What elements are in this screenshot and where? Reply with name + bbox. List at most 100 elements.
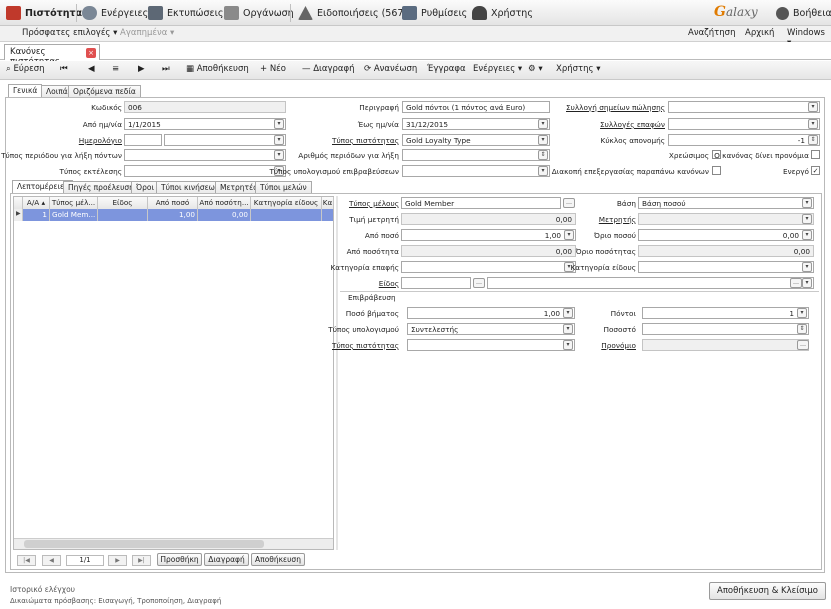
chevron-down-icon[interactable]: ▾ [274,119,284,129]
list-view-button[interactable]: ≡ [112,64,119,74]
audit-history-link[interactable]: Ιστορικό ελέγχου [10,585,75,594]
step-amount-field[interactable]: 1,00 [407,307,575,319]
sales-collect-select[interactable] [668,101,820,113]
grid-header-item[interactable]: Είδος [98,197,148,209]
member-type-field[interactable]: Gold Member [401,197,561,209]
menu-organization[interactable]: Οργάνωση [224,5,294,21]
delete-row-button[interactable]: Διαγραφή [204,553,249,566]
from-qty-field[interactable]: 0,00 [401,245,576,257]
chevron-down-icon[interactable]: ▾ [808,119,818,129]
table-row[interactable]: ▶ 1 Gold Mem... 1,00 0,00 [14,209,333,221]
card-type-field[interactable]: Gold Loyalty Type [402,134,550,146]
from-amount-field[interactable]: 1,00 [401,229,576,241]
prev-record-button[interactable]: ◀ [88,64,95,74]
contact-collect-select[interactable] [668,118,820,130]
chevron-down-icon[interactable]: ▾ [564,230,574,240]
points-field[interactable]: 1 [642,307,809,319]
grid-header-from-qty[interactable]: Από ποσότη... [198,197,251,209]
grid-header-aa[interactable]: Α/Α ▴ [23,197,50,209]
priority-checkbox[interactable] [811,150,820,159]
chevron-down-icon[interactable]: ▾ [563,340,573,350]
last-page-button[interactable]: ▶| [132,555,151,566]
chevron-down-icon[interactable]: ▾ [563,308,573,318]
chevron-down-icon[interactable]: ▾ [563,324,573,334]
period-type-select[interactable] [124,149,286,161]
stepper-icon[interactable]: ⇕ [538,150,548,160]
active-checkbox[interactable]: ✓ [811,166,820,175]
menu-settings[interactable]: Ρυθμίσεις [402,5,467,21]
calc-type-select[interactable]: Συντελεστής [407,323,575,335]
rounding-stepper[interactable]: -1 [668,134,820,146]
menu-help[interactable]: Βοήθεια [776,5,831,21]
prev-page-button[interactable]: ◀ [42,555,61,566]
tab-general[interactable]: Γενικά [8,84,43,98]
grid-header-more[interactable]: Κα [322,197,334,209]
percent-stepper[interactable] [642,323,809,335]
next-record-button[interactable]: ▶ [138,64,145,74]
lookup-icon[interactable]: … [790,278,802,288]
lookup-icon[interactable]: … [563,198,575,208]
new-button[interactable]: + Νέο [260,64,286,74]
counter-select[interactable] [638,213,814,225]
favorites-menu[interactable]: Αγαπημένα ▾ [120,28,174,38]
chevron-down-icon[interactable]: ▾ [808,102,818,112]
from-date-field[interactable]: 1/1/2015 [124,118,286,130]
chevron-down-icon[interactable]: ▾ [274,135,284,145]
menu-user[interactable]: Χρήστης [472,5,533,21]
amount-limit-field[interactable]: 0,00 [638,229,814,241]
next-page-button[interactable]: ▶ [108,555,127,566]
contact-category-select[interactable] [401,261,576,273]
stepper-icon[interactable]: ⇕ [808,135,818,145]
settings-dropdown[interactable]: ⚙ ▾ [528,64,543,74]
chevron-down-icon[interactable]: ▾ [274,150,284,160]
first-page-button[interactable]: |◀ [17,555,36,566]
user-dropdown[interactable]: Χρήστης ▾ [556,64,600,74]
reward-calc-select[interactable] [402,165,550,177]
delete-button[interactable]: — Διαγραφή [302,64,355,74]
lookup-icon[interactable]: … [797,340,809,350]
privilege-field[interactable] [642,339,809,351]
calendar-code-field[interactable] [124,134,162,146]
chevron-down-icon[interactable]: ▾ [802,198,812,208]
to-date-field[interactable]: 31/12/2015 [402,118,550,130]
add-row-button[interactable]: Προσθήκη [157,553,202,566]
first-record-button[interactable]: ⏮ [60,64,68,74]
stop-processing-checkbox[interactable] [712,166,721,175]
stepper-icon[interactable]: ⇕ [797,324,807,334]
counter-value-field[interactable]: 0,00 [401,213,576,225]
horizontal-scrollbar[interactable] [14,538,333,549]
code-field[interactable]: 006 [124,101,286,113]
periods-stepper[interactable] [402,149,550,161]
menu-loyalty[interactable]: Πιστότητα [6,5,82,21]
refresh-button[interactable]: ⟳ Ανανέωση [364,64,417,74]
scroll-thumb[interactable] [24,540,264,548]
grid-header-member-type[interactable]: Τύπος μέλ... [50,197,98,209]
grid-header-from-amount[interactable]: Από ποσό [148,197,198,209]
menu-notifications[interactable]: Ειδοποιήσεις (567/1) [298,5,416,21]
chevron-down-icon[interactable]: ▾ [538,119,548,129]
recent-menu[interactable]: Πρόσφατες επιλογές ▾ [22,28,117,38]
find-button[interactable]: ⌕ Εύρεση [6,64,45,74]
qty-limit-field[interactable]: 0,00 [638,245,814,257]
home-link[interactable]: Αρχική [745,28,774,38]
lookup-icon[interactable]: … [473,278,485,288]
reward-card-type-select[interactable] [407,339,575,351]
description-field[interactable]: Gold πόντοι (1 πόντος ανά Euro) [402,101,550,113]
item-name-field[interactable] [487,277,814,289]
save-and-close-button[interactable]: Αποθήκευση & Κλείσιμο [709,582,826,600]
calendar-field[interactable] [164,134,286,146]
save-row-button[interactable]: Αποθήκευση [251,553,305,566]
base-select[interactable]: Βάση ποσού [638,197,814,209]
documents-button[interactable]: Έγγραφα [427,64,466,74]
item-code-field[interactable] [401,277,471,289]
close-icon[interactable]: × [86,48,96,58]
last-record-button[interactable]: ⏭ [162,64,170,74]
splitter[interactable] [336,196,338,550]
grid-header-item-category[interactable]: Κατηγορία είδους [251,197,322,209]
actions-dropdown[interactable]: Ενέργειες ▾ [473,64,522,74]
menu-prints[interactable]: Εκτυπώσεις [148,5,223,21]
search-link[interactable]: Αναζήτηση [688,28,735,38]
save-button[interactable]: ▦ Αποθήκευση [186,64,249,74]
doc-tab-loyalty-rules[interactable]: Κανόνες πιστότητας× [4,44,100,67]
chevron-down-icon[interactable]: ▾ [802,230,812,240]
